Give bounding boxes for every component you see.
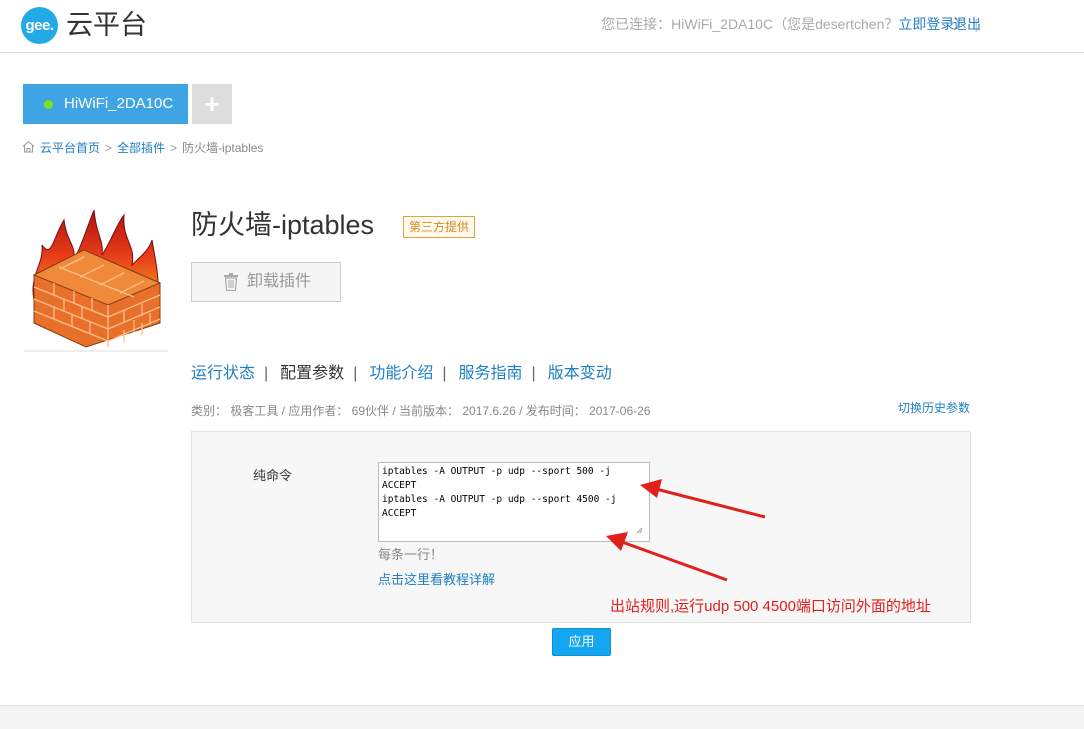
config-panel: 纯命令 iptables -A OUTPUT -p udp --sport 50… [191,431,971,623]
uninstall-label: 卸载插件 [247,273,312,290]
third-party-badge: 第三方提供 [403,216,476,238]
tab-version-changes[interactable]: 版本变动 [548,365,612,382]
breadcrumb-sep: > [105,141,113,155]
tab-run-status[interactable]: 运行状态 [191,365,255,382]
annotation-note: 出站规则,运行udp 500 4500端口访问外面的地址 [610,598,931,615]
device-tab-hiwifi[interactable]: HiWiFi_2DA10C [23,84,188,124]
connection-status: 您已连接：HiWiFi_2DA10C（您是desertchen？立即登录） | [601,15,984,33]
plugin-meta: 类别： 极客工具 / 应用作者： 69伙伴 / 当前版本： 2017.6.26 … [191,404,651,418]
device-tab-label: HiWiFi_2DA10C [64,95,174,112]
nav-sep: | [264,365,269,382]
gee-logo[interactable]: gee. [21,7,58,44]
login-link[interactable]: 立即登录 [898,16,954,32]
plugin-title: 防火墙-iptables [191,210,375,240]
footer [0,705,1084,729]
uninstall-button[interactable]: 卸载插件 [191,262,341,302]
online-status-icon [44,100,53,109]
tutorial-link[interactable]: 点击这里看教程详解 [378,572,495,588]
switch-history-params-link[interactable]: 切换历史参数 [898,401,970,415]
nav-sep: | [531,365,536,382]
breadcrumb-current: 防火墙-iptables [182,141,264,155]
breadcrumb-all-plugins[interactable]: 全部插件 [117,141,165,155]
plugin-nav: 运行状态 | 配置参数 | 功能介绍 | 服务指南 | 版本变动 [191,364,612,384]
top-header: gee. 云平台 您已连接：HiWiFi_2DA10C（您是desertchen… [0,0,1084,53]
trash-icon [224,273,238,291]
firewall-brick-icon [24,209,168,352]
command-textarea[interactable]: iptables -A OUTPUT -p udp --sport 500 -j… [378,462,650,542]
logout-link[interactable]: 退出 [953,15,981,33]
tab-features[interactable]: 功能介绍 [369,365,433,382]
breadcrumb-home[interactable]: 云平台首页 [40,141,100,155]
command-hint: 每条一行！ [378,547,444,562]
breadcrumb: 云平台首页 > 全部插件 > 防火墙-iptables [22,140,263,156]
breadcrumb-sep: > [170,141,178,155]
connection-text: 您已连接：HiWiFi_2DA10C（您是desertchen？ [601,16,899,32]
brand-title[interactable]: 云平台 [66,7,147,43]
home-icon [22,140,35,153]
nav-sep: | [353,365,358,382]
resize-grip-icon[interactable] [636,527,643,534]
tab-service-guide[interactable]: 服务指南 [459,365,523,382]
apply-button[interactable]: 应用 [552,628,611,656]
nav-sep: | [442,365,447,382]
add-device-button[interactable]: + [192,84,232,124]
command-field-label: 纯命令 [253,468,293,483]
tab-config-params[interactable]: 配置参数 [280,365,344,382]
